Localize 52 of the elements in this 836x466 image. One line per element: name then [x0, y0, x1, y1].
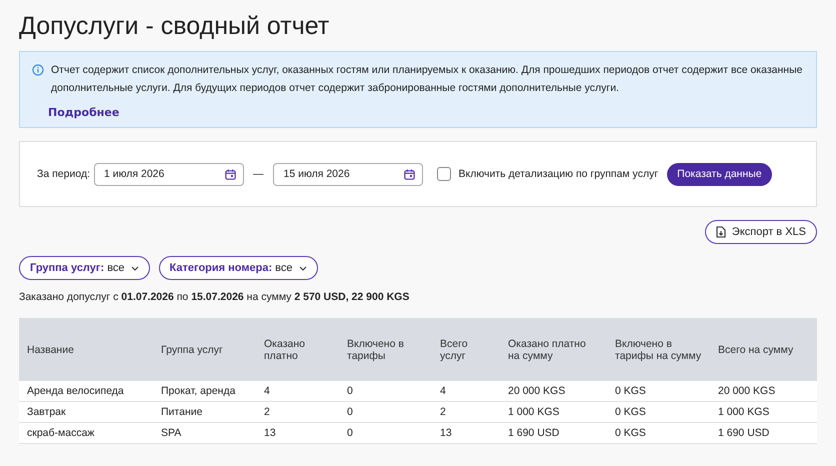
table-cell: 20 000 KGS: [500, 381, 607, 402]
column-header: Всего услуг: [432, 318, 500, 381]
column-header: Оказано платно на сумму: [500, 318, 607, 381]
table-cell: 0: [339, 402, 432, 422]
table-cell: 0 KGS: [607, 402, 710, 422]
table-cell: 1 000 KGS: [710, 402, 817, 422]
table-cell: 13: [432, 422, 500, 444]
table-cell: Питание: [153, 402, 256, 422]
table-cell: 20 000 KGS: [710, 381, 817, 402]
table-cell: скраб-массаж: [19, 422, 153, 444]
export-xls-button[interactable]: Экспорт в XLS: [704, 220, 817, 244]
more-link[interactable]: Подробнее: [48, 106, 120, 119]
column-header: Всего на сумму: [710, 318, 817, 381]
table-cell: 1 690 USD: [710, 422, 817, 444]
column-header: Название: [19, 318, 153, 381]
table-cell: 1 000 KGS: [500, 402, 607, 422]
table-cell: 4: [256, 381, 339, 402]
column-header: Включено в тарифы: [339, 318, 432, 381]
calendar-icon: [224, 168, 236, 180]
column-header: Группа услуг: [153, 318, 256, 381]
table-cell: 0 KGS: [607, 381, 710, 402]
table-cell: Прокат, аренда: [153, 381, 256, 402]
date-separator: —: [252, 168, 264, 180]
chevron-down-icon: [298, 266, 307, 270]
detail-checkbox[interactable]: [437, 167, 452, 181]
table-cell: Завтрак: [19, 402, 153, 422]
table-cell: 0: [339, 422, 432, 444]
date-from-field[interactable]: 1 июля 2026: [94, 162, 244, 186]
filter-chip[interactable]: Категория номера: все: [158, 256, 318, 280]
table-cell: Аренда велосипеда: [19, 381, 153, 402]
period-label: За период:: [37, 168, 90, 180]
table-cell: 0 KGS: [607, 422, 710, 444]
column-header: Включено в тарифы на сумму: [607, 318, 710, 381]
date-to-field[interactable]: 15 июля 2026: [273, 162, 424, 186]
show-data-button[interactable]: Показать данные: [667, 162, 772, 186]
table-cell: 0: [339, 381, 432, 402]
info-icon: [32, 64, 44, 76]
summary-text: Заказано допуслуг с 01.07.2026 по 15.07.2026 на сумму 2 570 USD, 22 900 KGS: [19, 291, 410, 303]
calendar-icon: [404, 168, 416, 180]
filter-chip[interactable]: Группа услуг: все: [19, 256, 150, 280]
table-cell: 1 690 USD: [500, 422, 607, 444]
detail-checkbox-label: Включить детализацию по группам услуг: [458, 168, 658, 180]
page-title: Допуслуги - сводный отчет: [19, 11, 330, 42]
table-cell: 4: [432, 381, 500, 402]
table-cell: 13: [256, 422, 339, 444]
column-header: Оказано платно: [256, 318, 339, 381]
info-text: Отчет содержит список дополнительных услуг, оказанных гостям или планируемых к оказанию. Для прошедших периодов отчет содержит все оказанные дополнительные услуги. Для будущих периодов отчет содержит забронированные гостями дополнительные услуги.: [51, 63, 804, 96]
chevron-down-icon: [130, 266, 139, 270]
file-download-icon: [716, 226, 726, 238]
table-cell: 2: [432, 402, 500, 422]
table-cell: 2: [256, 402, 339, 422]
table-cell: SPA: [153, 422, 256, 444]
